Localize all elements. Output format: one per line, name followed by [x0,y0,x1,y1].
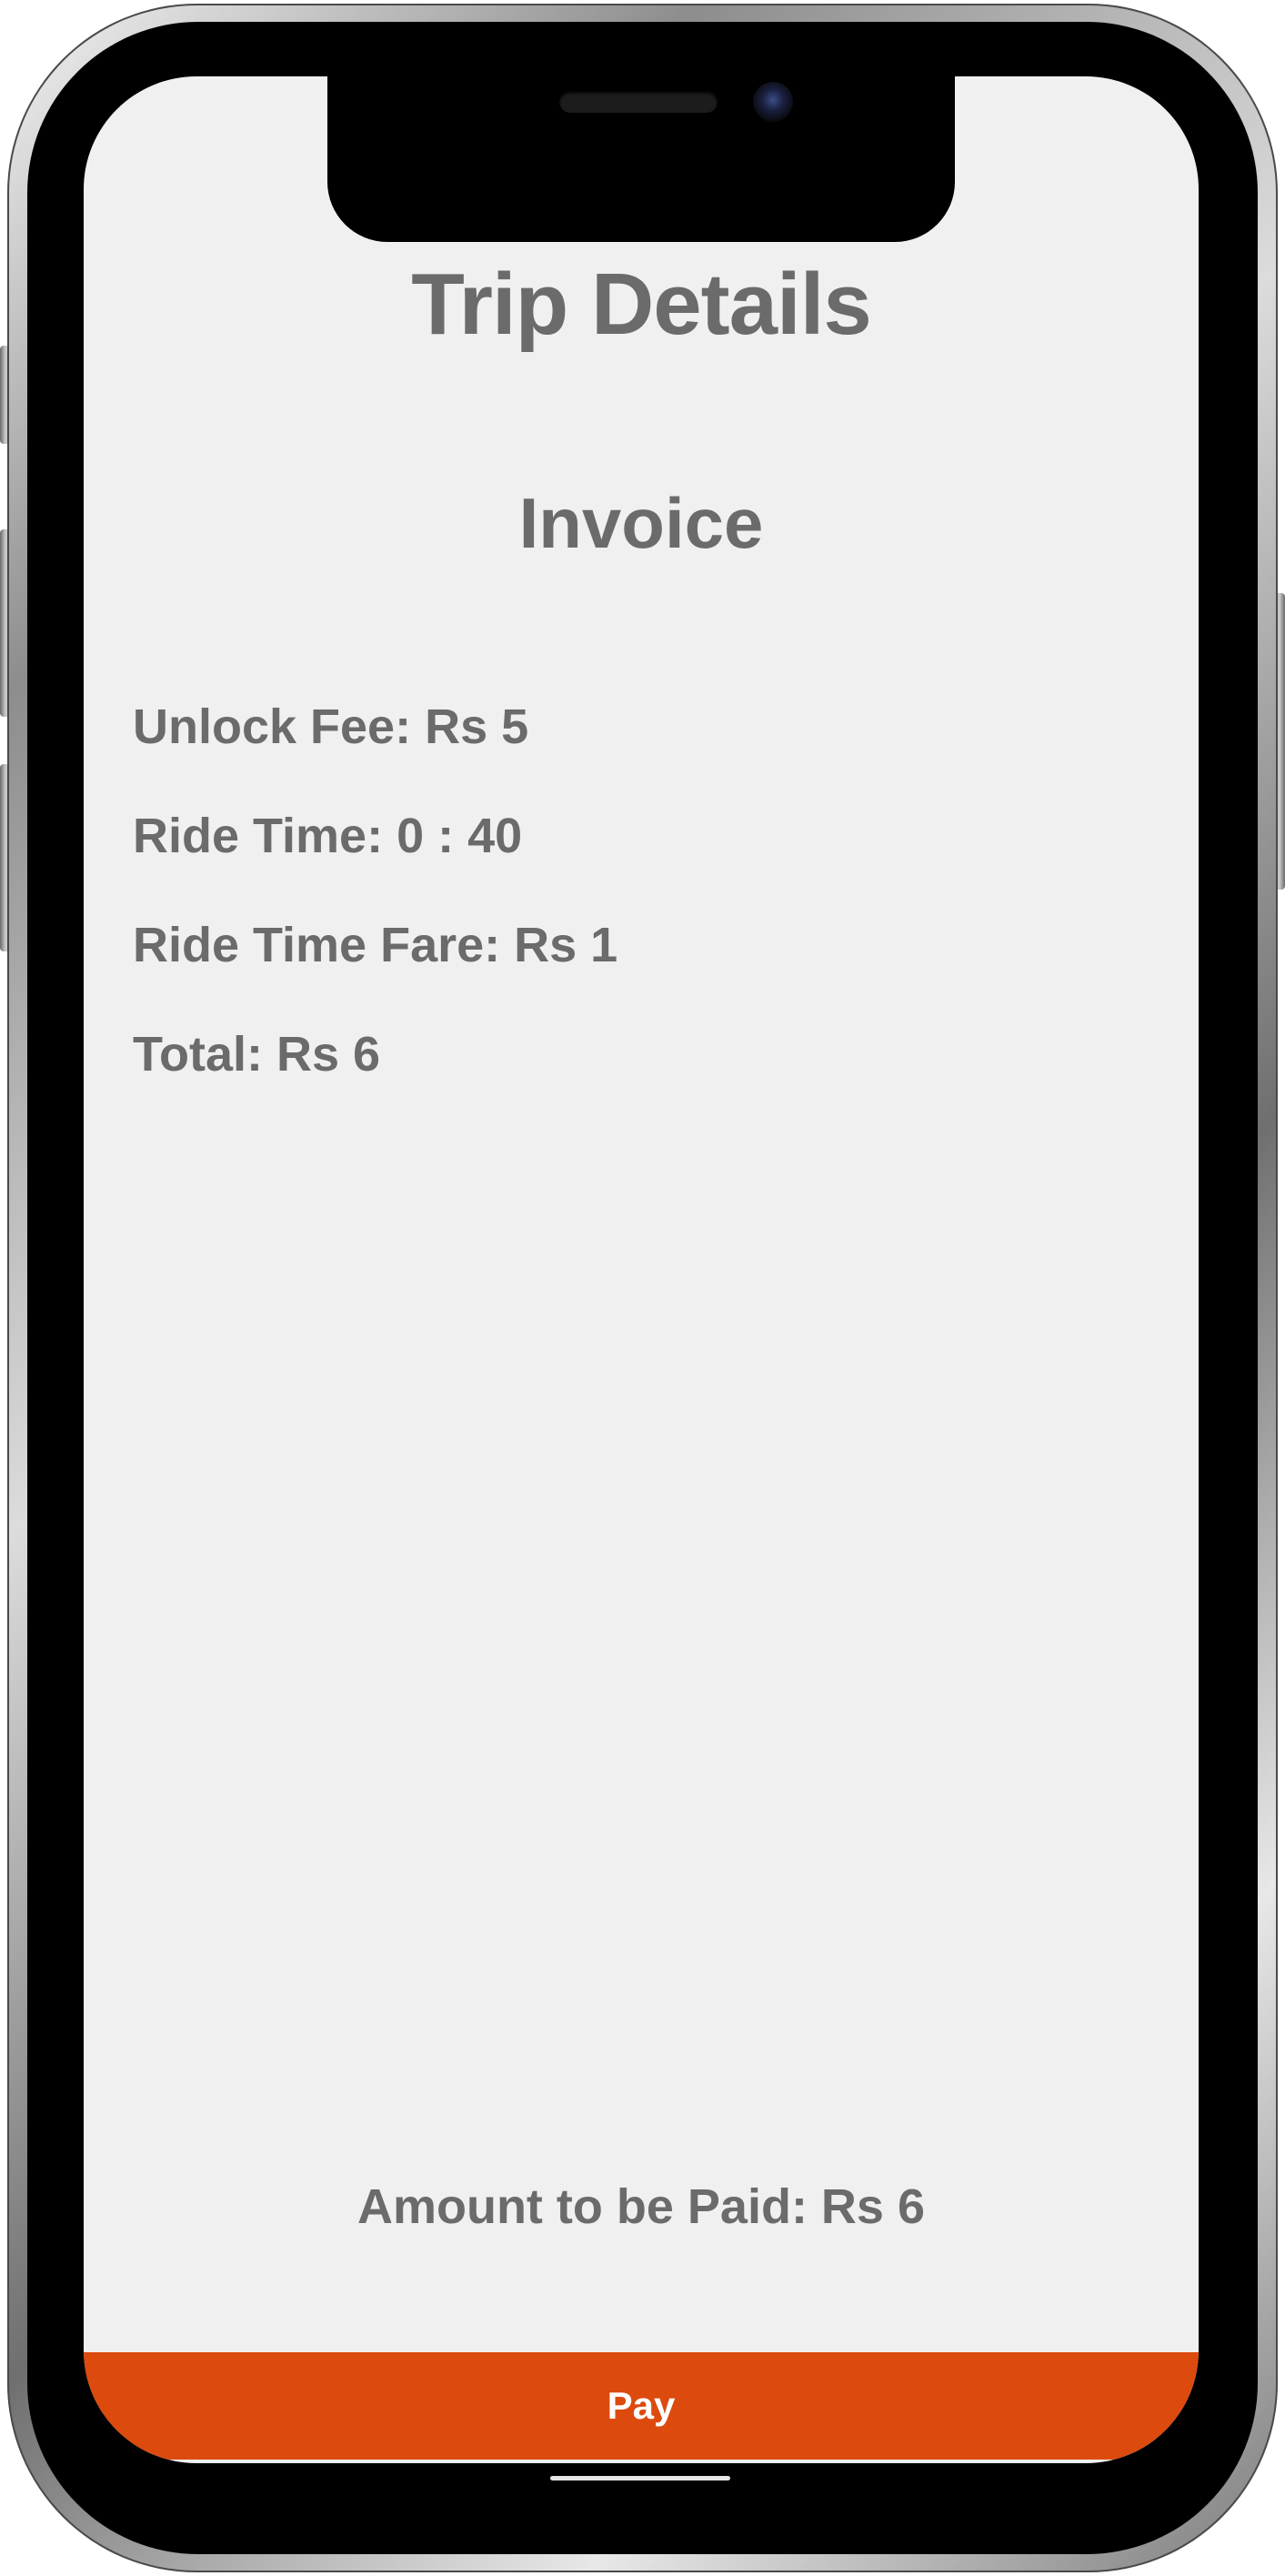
pay-button[interactable]: Pay [84,2352,1199,2460]
app-screen: Trip Details Invoice Unlock Fee: Rs 5 Ri… [84,76,1199,2463]
speaker-grille-icon [559,91,718,113]
unlock-fee-line: Unlock Fee: Rs 5 [133,699,529,754]
amount-due: Amount to be Paid: Rs 6 [356,2179,926,2234]
invoice-heading: Invoice [518,483,764,563]
ride-time-fare-line: Ride Time Fare: Rs 1 [133,918,618,972]
device-mockup: Trip Details Invoice Unlock Fee: Rs 5 Ri… [0,0,1285,2576]
home-indicator[interactable] [550,2476,730,2480]
ride-time-line: Ride Time: 0 : 40 [133,809,523,863]
front-camera-icon [753,82,793,122]
notch [327,76,955,242]
page-title: Trip Details [411,256,872,353]
total-line: Total: Rs 6 [133,1027,381,1082]
